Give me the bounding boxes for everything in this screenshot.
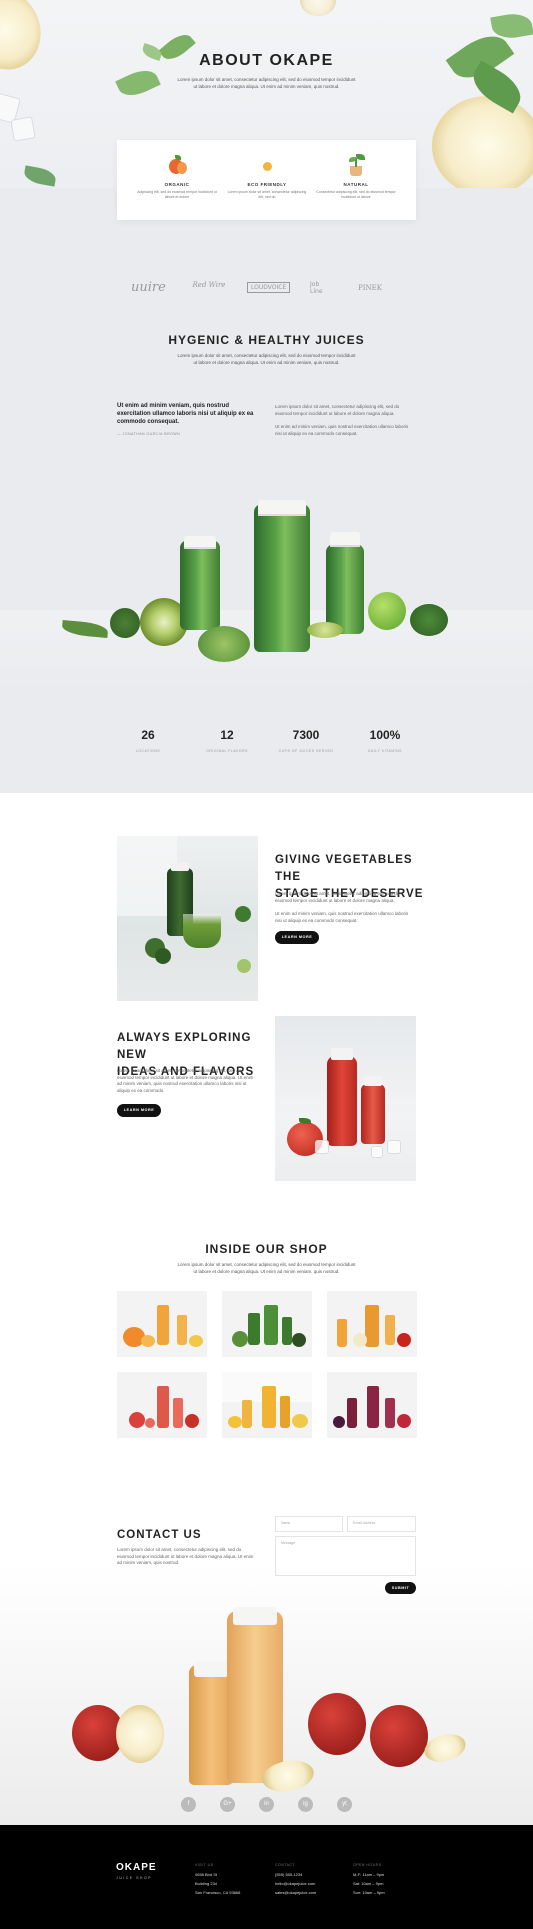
name-field[interactable]: Name [275,1516,343,1532]
potted-plant-icon [345,154,367,176]
partner-logo: LOUDVOICE [247,282,291,293]
green-juice-image [0,480,533,690]
footer-visit-line: San Francisco, CA 93868 [195,1890,241,1895]
facebook-icon[interactable]: f [181,1797,196,1812]
footer-hours-heading: OPEN HOURS [353,1863,382,1867]
shop-gallery-image[interactable] [327,1291,417,1357]
footer-brand[interactable]: OKAPE [116,1862,157,1873]
email-field[interactable]: Email Address [347,1516,416,1532]
footer-visit-line: 0658 Bird St [195,1872,218,1877]
stat-flavors: 12 ORIGINAL FLAVORS [182,728,272,753]
mint-leaf-decor [115,64,161,102]
stat-locations: 26 LOCATIONS [103,728,193,753]
shop-gallery-image[interactable] [222,1291,312,1357]
sun-dot-icon [256,154,278,176]
about-paragraph: Lorem ipsum dolor sit amet, consectetur … [275,404,400,416]
section-text-hygenic: Lorem ipsum dolor sit amet, consectetur … [177,353,356,365]
stat-label: CUPS OF JUICES SERVED [278,749,334,753]
shop-gallery-image[interactable] [222,1372,312,1438]
footer-hours-line: M-F: 11am – 9pm [353,1872,385,1877]
mint-leaf-decor [22,165,58,187]
footer-tagline: JUICE SHOP [116,1876,153,1880]
red-juice-photo [275,1016,416,1181]
linkedin-icon[interactable]: in [259,1797,274,1812]
stat-label: ORIGINAL FLAVORS [206,749,248,753]
section-title-shop: INSIDE OUR SHOP [205,1242,328,1256]
feature-text: Adipiscing elit, sed do eiusmod tempor i… [137,190,217,199]
apple-juice-image [0,1565,533,1825]
instagram-icon[interactable]: ig [298,1797,313,1812]
submit-button[interactable]: SUBMIT [385,1582,416,1594]
stat-number: 12 [220,728,234,742]
footer-contact-heading: CONTACT [275,1863,296,1867]
footer: OKAPE JUICE SHOP VISIT US 0658 Bird St B… [0,1825,533,1929]
footer-hours-line: Sat: 10am – 9pm [353,1881,384,1886]
explore-learn-more-button[interactable]: LEARN MORE [117,1104,161,1117]
shop-gallery-image[interactable] [117,1372,207,1438]
partner-logo: Job Line [310,281,323,295]
partner-logos: uuire Red Wire LOUDVOICE Job Line PINEK [0,280,533,300]
footer-hours-line: Sun: 10am – 9pm [353,1890,385,1895]
veg-paragraph: Lorem ipsum dolor sit amet, consectetur … [275,891,400,903]
footer-visit-heading: VISIT US [195,1863,214,1867]
feature-text: Lorem ipsum dolor sit amet, consectetur … [227,190,307,199]
page-title: ABOUT OKAPE [199,52,334,69]
stat-label: LOCATIONS [135,749,161,753]
stat-number: 7300 [292,728,320,742]
hero-description: Lorem ipsum dolor sit amet, consectetur … [177,77,356,89]
stat-label: DAILY VITAMINS [367,749,403,753]
orange-fruit-icon [166,154,188,176]
veg-paragraph: Ut enim ad minim veniam, quis nostrud ex… [275,911,409,923]
shop-gallery-image[interactable] [117,1291,207,1357]
shop-gallery-image[interactable] [327,1372,417,1438]
feature-organic: ORGANIC Adipiscing elit, sed do eiusmod … [137,154,217,200]
footer-visit-line: Building 234 [195,1881,218,1886]
feature-title: NATURAL [343,182,369,187]
feature-title: ORGANIC [164,182,190,187]
message-field[interactable]: Message [275,1536,416,1576]
footer-email-link[interactable]: hello@okapejuice.com [275,1879,315,1888]
footer-email-link[interactable]: sales@okapejuice.com [275,1888,316,1897]
features-card: ORGANIC Adipiscing elit, sed do eiusmod … [117,140,416,220]
section-title-hygenic: HYGENIC & HEALTHY JUICES [168,333,365,347]
feature-natural: NATURAL Consectetur adipiscing elit, sed… [316,154,396,200]
partner-logo: PINEK [358,284,382,292]
feature-title: ECO FRIENDLY [247,182,287,187]
ice-cube-decor [10,116,36,142]
veg-heading-line: GIVING VEGETABLES THE [275,854,413,883]
feature-eco-friendly: ECO FRIENDLY Lorem ipsum dolor sit amet,… [227,154,307,200]
footer-phone-link[interactable]: (555) 555-1234 [275,1870,302,1879]
pull-quote: Ut enim ad minim veniam, quis nostrud ex… [117,403,254,425]
youtube-icon[interactable]: yt [337,1797,352,1812]
contact-paragraph: Lorem ipsum dolor sit amet, consectetur … [117,1547,254,1565]
stat-cups: 7300 CUPS OF JUICES SERVED [261,728,351,753]
apple-half-decor [432,96,533,188]
stat-vitamins: 100% DAILY VITAMINS [340,728,430,753]
partner-logo: Red Wire [192,281,226,289]
stat-number: 26 [141,728,155,742]
veg-learn-more-button[interactable]: LEARN MORE [275,931,319,944]
contact-heading: CONTACT US [117,1529,202,1541]
quote-author: — JONATHAN GARCIA BROWN [117,432,181,436]
green-smoothie-photo [117,836,258,1001]
about-paragraph: Ut enim ad minim veniam, quis nostrud ex… [275,424,409,436]
section-text-shop: Lorem ipsum dolor sit amet, consectetur … [177,1262,356,1274]
stat-number: 100% [369,728,401,742]
apple-slice-decor [300,0,336,16]
partner-logo: uuire [131,280,166,295]
google-plus-icon[interactable]: G+ [220,1797,235,1812]
feature-text: Consectetur adipiscing elit, sed do eius… [316,190,396,199]
explore-paragraph: Lorem ipsum dolor sit amet, consectetur … [117,1068,254,1093]
explore-heading-line: ALWAYS EXPLORING NEW [117,1032,252,1061]
